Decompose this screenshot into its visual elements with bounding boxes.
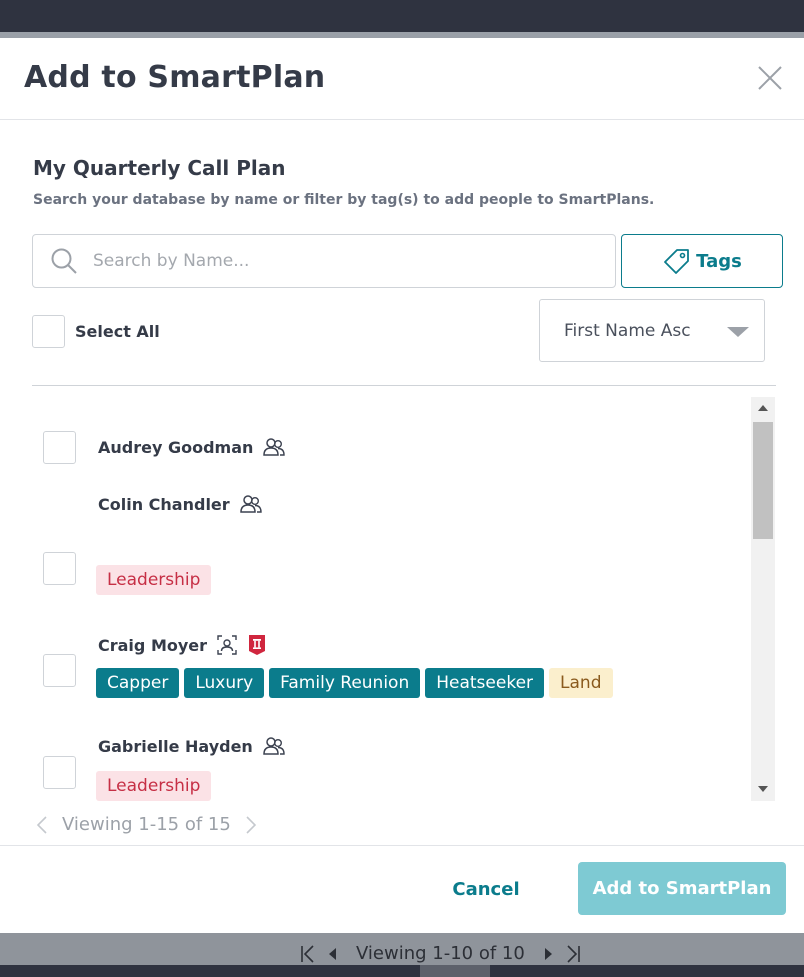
people-icon	[263, 438, 286, 456]
modal-header: Add to SmartPlan	[0, 38, 804, 120]
sort-select[interactable]: First Name Asc	[539, 299, 765, 362]
close-button[interactable]	[754, 62, 786, 94]
background-pager-text: Viewing 1-10 of 10	[356, 943, 525, 964]
list-item: Gabrielle Hayden Leadership	[32, 704, 742, 802]
select-all-checkbox[interactable]	[32, 315, 65, 348]
divider	[32, 385, 776, 386]
tag-icon	[664, 249, 690, 274]
list-scrollbar[interactable]	[751, 397, 775, 801]
contact-name: Gabrielle Hayden	[98, 736, 253, 756]
contact-name: Colin Chandler	[98, 494, 230, 514]
last-page-icon	[567, 944, 580, 963]
scroll-down-icon[interactable]	[758, 786, 768, 792]
app-bottom-bar	[0, 965, 804, 977]
people-icon	[239, 495, 262, 513]
first-page-icon	[301, 944, 314, 963]
list-item: Audrey Goodman	[32, 398, 742, 478]
contact-card-icon	[217, 635, 237, 655]
footer-divider	[0, 845, 804, 846]
select-all[interactable]: Select All	[32, 315, 160, 348]
tag-badge: Leadership	[96, 771, 212, 801]
list-item: Colin Chandler Leadership	[32, 486, 742, 595]
contact-checkbox[interactable]	[43, 654, 76, 687]
tag-badge: Family Reunion	[269, 668, 421, 698]
plan-title: My Quarterly Call Plan	[33, 156, 286, 180]
chevron-left-icon[interactable]	[36, 815, 48, 835]
contact-name: Craig Moyer	[98, 635, 208, 655]
modal-title: Add to SmartPlan	[24, 60, 326, 95]
plan-subtitle: Search your database by name or filter b…	[33, 192, 655, 208]
sort-value: First Name Asc	[564, 320, 691, 341]
search-icon	[51, 248, 77, 274]
background-scroll-thumb	[420, 965, 490, 977]
add-to-smartplan-modal: Add to SmartPlan My Quarterly Call Plan …	[0, 38, 804, 933]
tag-badge: Luxury	[184, 668, 265, 698]
contact-list: Audrey Goodman Colin Chandler Leadership…	[32, 398, 776, 802]
next-page-icon	[544, 947, 552, 960]
tag-badge: Capper	[96, 668, 180, 698]
close-icon	[758, 66, 782, 90]
list-item: Craig Moyer Capper Luxury Family Reunion…	[32, 590, 742, 700]
add-to-smartplan-button[interactable]: Add to SmartPlan	[578, 862, 786, 915]
contact-checkbox[interactable]	[43, 756, 76, 789]
tags-button[interactable]: Tags	[621, 234, 783, 288]
flag-badge-icon	[249, 635, 266, 655]
scroll-up-icon[interactable]	[758, 405, 768, 411]
pagination: Viewing 1-15 of 15	[36, 814, 257, 835]
select-all-label: Select All	[75, 322, 160, 341]
tag-badge: Heatseeker	[425, 668, 545, 698]
people-icon	[263, 737, 285, 755]
contact-checkbox[interactable]	[43, 431, 76, 464]
pagination-text: Viewing 1-15 of 15	[62, 814, 231, 835]
contact-checkbox[interactable]	[43, 552, 76, 585]
chevron-right-icon[interactable]	[245, 815, 257, 835]
search-box[interactable]	[32, 234, 616, 288]
tags-button-label: Tags	[696, 250, 742, 272]
tag-badge: Land	[549, 668, 613, 698]
app-top-bar	[0, 0, 804, 32]
prev-page-icon	[329, 947, 336, 960]
cancel-button[interactable]: Cancel	[436, 864, 536, 914]
contact-name: Audrey Goodman	[98, 437, 254, 457]
scroll-thumb[interactable]	[753, 422, 773, 539]
search-input[interactable]	[93, 251, 573, 271]
chevron-down-icon	[727, 327, 749, 337]
